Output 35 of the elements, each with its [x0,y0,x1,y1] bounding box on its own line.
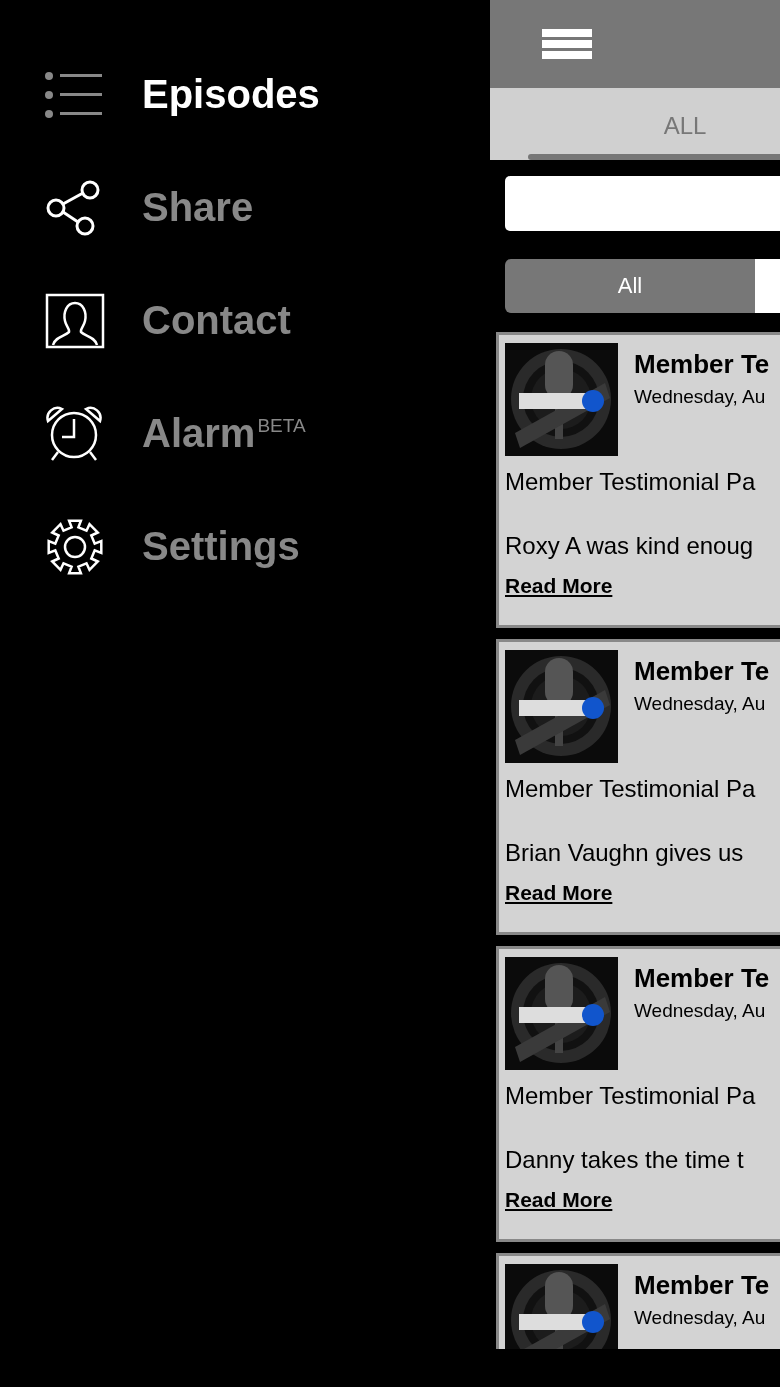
read-more-link[interactable]: Read More [505,881,613,905]
episode-date: Wednesday, Au [634,1307,767,1329]
read-more-link[interactable]: Read More [505,574,613,598]
segment-button[interactable]: All [505,259,755,313]
episode-excerpt: Danny takes the time t [505,1146,745,1174]
episode-excerpt: Brian Vaughn gives us [505,839,745,867]
alarm-clock-icon [45,404,103,463]
episode-card[interactable]: Member Te Wednesday, Au Member Testimonial Pa Brian Vaughn gives us Read More [496,639,780,935]
list-icon [45,71,103,118]
episode-title: Member Te [634,1270,770,1301]
menu-item[interactable]: Contact [142,298,291,343]
beta-label: BETA [257,414,306,437]
episode-excerpt: Roxy A was kind enoug [505,532,755,560]
episode-summary: Member Testimonial Pa [505,468,757,496]
episode-date: Wednesday, Au [634,693,767,715]
episode-card[interactable]: Member Te Wednesday, Au Member Testimonial Pa Danny takes the time t Read More [496,946,780,1242]
episode-title: Member Te [634,656,770,687]
episode-card[interactable]: Member Te Wednesday, Au Member Testimonial Pa Roxy A was kind enoug Read More [496,332,780,628]
episode-date: Wednesday, Au [634,386,767,408]
episode-title: Member Te [634,349,770,380]
settings-icon [45,516,105,577]
episode-date: Wednesday, Au [634,1000,767,1022]
menu-item[interactable]: Settings [142,524,300,569]
episode-title: Member Te [634,963,770,994]
share-icon [45,178,101,237]
menu-item[interactable]: Episodes [142,72,320,117]
menu-item[interactable]: Share [142,185,254,230]
episode-card[interactable]: Member Te Wednesday, Au [496,1253,780,1349]
search-field[interactable] [505,176,780,231]
read-more-link[interactable]: Read More [505,1188,613,1212]
episode-summary: Member Testimonial Pa [505,1082,757,1110]
menu-icon[interactable] [542,29,592,59]
contact-icon [45,292,105,349]
menu-item[interactable]: Alarm [142,411,256,456]
episode-summary: Member Testimonial Pa [505,775,757,803]
